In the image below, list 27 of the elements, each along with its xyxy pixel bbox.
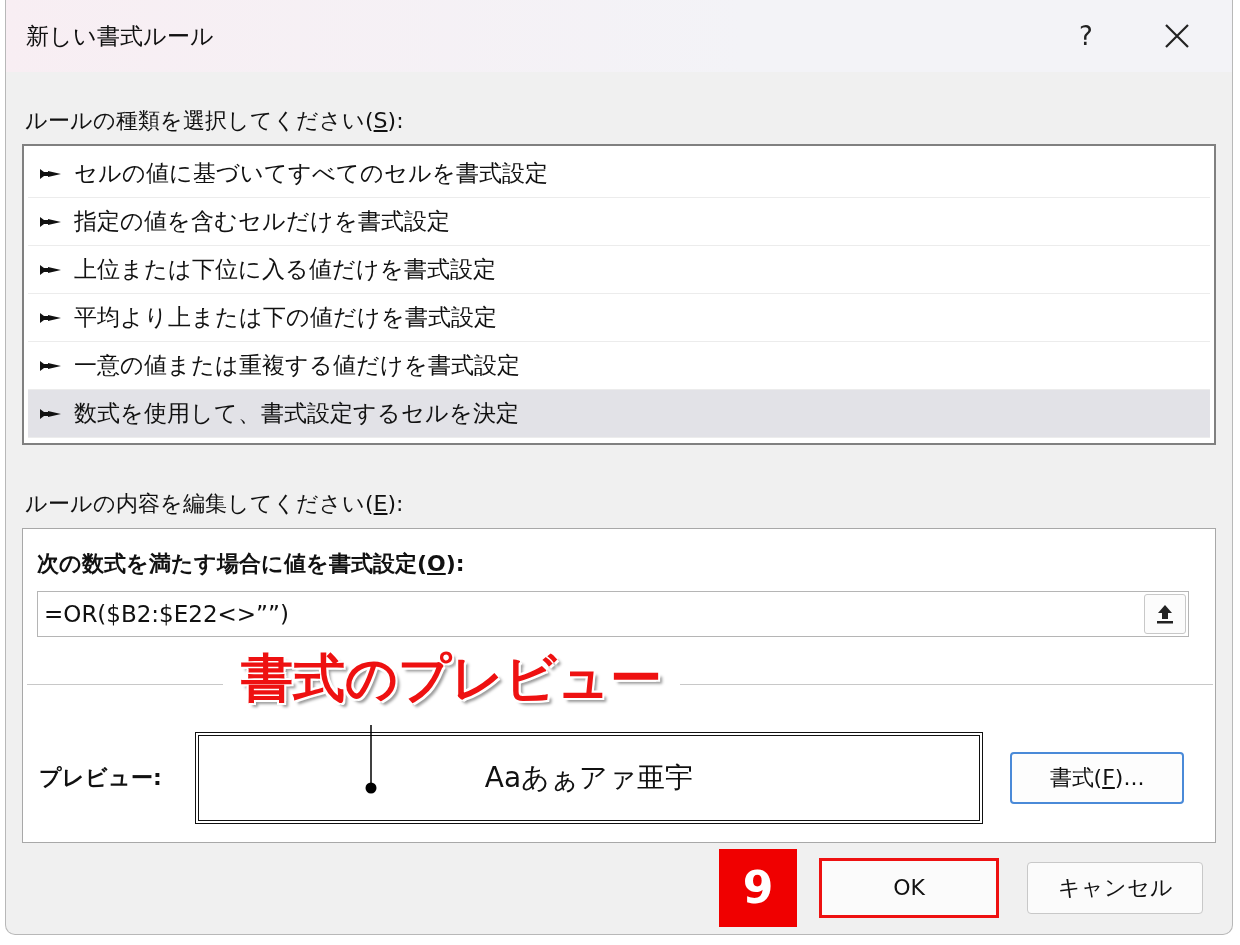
leader-line — [365, 725, 377, 795]
rule-type-item[interactable]: 上位または下位に入る値だけを書式設定 — [28, 246, 1210, 294]
cancel-button[interactable]: キャンセル — [1027, 861, 1203, 914]
format-button[interactable]: 書式(F)... — [1010, 752, 1184, 804]
window-title: 新しい書式ルール — [26, 21, 215, 51]
pointer-icon — [40, 167, 62, 180]
help-button[interactable]: ? — [1066, 6, 1106, 66]
pointer-icon — [40, 263, 62, 276]
upload-arrow-icon — [1156, 604, 1174, 624]
rule-type-item[interactable]: セルの値に基づいてすべてのセルを書式設定 — [28, 150, 1210, 198]
rule-type-item[interactable]: 数式を使用して、書式設定するセルを決定 — [28, 390, 1210, 438]
formula-label: 次の数式を満たす場合に値を書式設定(O): — [37, 550, 466, 578]
pointer-icon — [40, 407, 62, 420]
close-icon — [1164, 23, 1190, 49]
pointer-icon — [40, 311, 62, 324]
rule-type-item[interactable]: 平均より上または下の値だけを書式設定 — [28, 294, 1210, 342]
section-label: ルールの内容を編集してください(E): — [25, 490, 405, 518]
section-label: ルールの種類を選択してください(S): — [25, 107, 405, 135]
formula-field[interactable]: =OR($B2:$E22<>””) — [37, 591, 1189, 637]
pointer-icon — [40, 359, 62, 372]
preview-label: プレビュー: — [39, 764, 163, 792]
rule-type-item[interactable]: 指定の値を含むセルだけを書式設定 — [28, 198, 1210, 246]
ok-button[interactable]: OK — [819, 857, 999, 918]
step-number-badge: 9 — [719, 848, 797, 927]
collapse-dialog-button[interactable] — [1144, 594, 1186, 634]
preview-sample-text: Aaあぁアァ亜宇 — [484, 760, 694, 796]
pointer-icon — [40, 215, 62, 228]
